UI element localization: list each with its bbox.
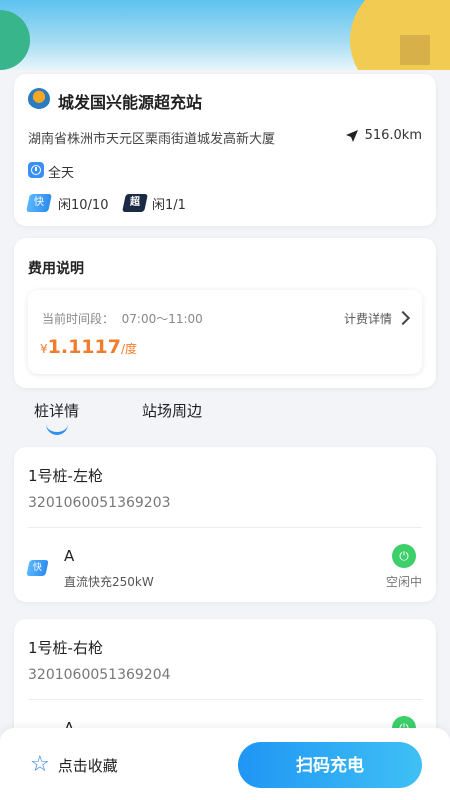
opening-hours: 全天 xyxy=(48,166,75,181)
pile-status: 空闲中 xyxy=(385,575,422,589)
gun-name: A xyxy=(64,547,75,565)
distance-value: 516.0km xyxy=(364,128,422,143)
super-charge-availability: 闲1/1 xyxy=(152,198,186,213)
favorite-button[interactable]: ☆ 点击收藏 xyxy=(30,754,118,776)
station-name: 城发国兴能源超充站 xyxy=(58,93,203,112)
banner-decoration-block xyxy=(400,35,430,65)
pile-card[interactable]: 1号桩-左枪 3201060051369203 快 A 直流快充250kW ⏻ … xyxy=(14,447,436,602)
plug-icon: ⏻ xyxy=(392,544,416,568)
active-tab-indicator xyxy=(46,424,68,435)
pile-code: 3201060051369204 xyxy=(28,667,171,683)
fee-detail-link[interactable]: 计费详情 xyxy=(344,310,392,327)
header-banner xyxy=(0,0,450,70)
fee-detail-panel[interactable]: 当前时间段： 07:00～11:00 计费详情 ¥1.1117/度 xyxy=(28,290,422,374)
clock-icon xyxy=(28,162,44,178)
navigation-arrow-icon xyxy=(345,129,358,142)
station-logo-icon xyxy=(28,88,50,110)
gun-power: 直流快充250kW xyxy=(64,575,154,589)
banner-decoration-left xyxy=(0,10,30,70)
super-charge-tag: 超 xyxy=(122,194,148,212)
chevron-right-icon[interactable] xyxy=(395,310,411,326)
divider xyxy=(28,527,422,528)
pile-name: 1号桩-左枪 xyxy=(28,467,103,485)
fast-charge-tag: 快 xyxy=(26,560,49,576)
fast-charge-tag: 快 xyxy=(26,194,52,212)
fast-charge-availability: 闲10/10 xyxy=(58,198,109,213)
fee-title: 费用说明 xyxy=(28,261,84,277)
time-period: 当前时间段： 07:00～11:00 xyxy=(42,312,203,326)
distance-button[interactable]: 516.0km xyxy=(345,128,422,143)
tab-pile-details[interactable]: 桩详情 xyxy=(34,400,79,421)
divider xyxy=(28,699,422,700)
station-info-card: 城发国兴能源超充站 湖南省株洲市天元区栗雨街道城发高新大厦 516.0km 全天… xyxy=(14,74,436,226)
pile-code: 3201060051369203 xyxy=(28,495,171,511)
tab-station-surroundings[interactable]: 站场周边 xyxy=(142,400,202,421)
station-address: 湖南省株洲市天元区栗雨街道城发高新大厦 xyxy=(28,132,276,147)
pile-name: 1号桩-右枪 xyxy=(28,639,103,657)
scan-charge-button[interactable]: 扫码充电 xyxy=(238,742,422,788)
detail-tabs: 桩详情 站场周边 xyxy=(14,396,436,438)
fee-card: 费用说明 当前时间段： 07:00～11:00 计费详情 ¥1.1117/度 xyxy=(14,238,436,388)
current-price: ¥1.1117/度 xyxy=(40,336,138,358)
bottom-action-bar: ☆ 点击收藏 扫码充电 xyxy=(0,728,450,800)
favorite-label: 点击收藏 xyxy=(57,756,118,775)
star-outline-icon: ☆ xyxy=(30,752,50,777)
